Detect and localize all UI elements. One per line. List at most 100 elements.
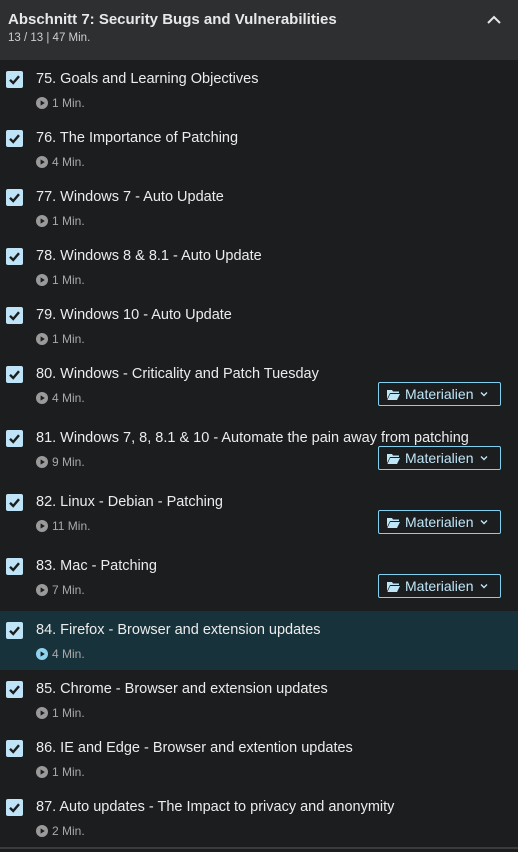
lecture-item[interactable]: 77. Windows 7 - Auto Update 1 Min. — [0, 178, 518, 237]
lecture-title[interactable]: 82. Linux - Debian - Patching — [36, 494, 223, 510]
completed-checkbox[interactable] — [6, 681, 23, 698]
check-icon — [9, 134, 20, 144]
lecture-title[interactable]: 83. Mac - Patching — [36, 558, 157, 574]
completed-checkbox[interactable] — [6, 430, 23, 447]
resources-label: Materialien — [405, 578, 474, 594]
lecture-duration-text: 1 Min. — [52, 706, 85, 720]
lecture-item[interactable]: 82. Linux - Debian - Patching 11 Min. Mate… — [0, 483, 518, 547]
check-icon — [9, 498, 20, 508]
resources-dropdown-button[interactable]: Materialien — [378, 510, 501, 534]
lecture-duration-text: 4 Min. — [52, 647, 85, 661]
lecture-item[interactable]: 85. Chrome - Browser and extension updat… — [0, 670, 518, 729]
lecture-item[interactable]: 79. Windows 10 - Auto Update 1 Min. — [0, 296, 518, 355]
lecture-item[interactable]: 75. Goals and Learning Objectives 1 Min. — [0, 60, 518, 119]
lecture-title[interactable]: 75. Goals and Learning Objectives — [36, 71, 258, 87]
divider — [0, 847, 518, 849]
lecture-list: 75. Goals and Learning Objectives 1 Min. 7… — [0, 60, 518, 847]
play-icon — [36, 825, 48, 837]
check-icon — [9, 685, 20, 695]
lecture-duration-text: 4 Min. — [52, 155, 85, 169]
section-meta: 13 / 13 | 47 Min. — [8, 32, 91, 44]
lecture-item[interactable]: 76. The Importance of Patching 4 Min. — [0, 119, 518, 178]
play-icon — [36, 520, 48, 532]
chevron-down-icon — [480, 456, 488, 461]
lecture-item[interactable]: 80. Windows - Criticality and Patch Tues… — [0, 355, 518, 419]
play-icon — [36, 392, 48, 404]
lecture-title[interactable]: 85. Chrome - Browser and extension updat… — [36, 681, 328, 697]
resources-dropdown-button[interactable]: Materialien — [378, 574, 501, 598]
lecture-duration: 1 Min. — [36, 332, 85, 346]
chevron-down-icon — [480, 520, 488, 525]
lecture-item[interactable]: 81. Windows 7, 8, 8.1 & 10 - Automate th… — [0, 419, 518, 483]
play-icon — [36, 333, 48, 345]
lecture-title[interactable]: 78. Windows 8 & 8.1 - Auto Update — [36, 248, 262, 264]
completed-checkbox[interactable] — [6, 558, 23, 575]
lecture-title[interactable]: 77. Windows 7 - Auto Update — [36, 189, 224, 205]
resources-dropdown-button[interactable]: Materialien — [378, 446, 501, 470]
resources-label: Materialien — [405, 514, 474, 530]
lecture-duration: 1 Min. — [36, 96, 85, 110]
completed-checkbox[interactable] — [6, 740, 23, 757]
lecture-duration: 1 Min. — [36, 765, 85, 779]
completed-checkbox[interactable] — [6, 248, 23, 265]
play-icon — [36, 766, 48, 778]
lecture-duration-text: 1 Min. — [52, 273, 85, 287]
completed-checkbox[interactable] — [6, 189, 23, 206]
play-icon — [36, 274, 48, 286]
lecture-item[interactable]: 84. Firefox - Browser and extension upda… — [0, 611, 518, 670]
folder-open-icon — [387, 453, 400, 464]
lecture-duration: 7 Min. — [36, 583, 85, 597]
check-icon — [9, 75, 20, 85]
check-icon — [9, 193, 20, 203]
play-icon — [36, 156, 48, 168]
lecture-title[interactable]: 87. Auto updates - The Impact to privacy… — [36, 799, 394, 815]
lecture-title[interactable]: 79. Windows 10 - Auto Update — [36, 307, 232, 323]
lecture-duration: 1 Min. — [36, 706, 85, 720]
resources-label: Materialien — [405, 386, 474, 402]
check-icon — [9, 626, 20, 636]
lecture-title[interactable]: 84. Firefox - Browser and extension upda… — [36, 622, 321, 638]
completed-checkbox[interactable] — [6, 494, 23, 511]
completed-checkbox[interactable] — [6, 307, 23, 324]
lecture-title[interactable]: 76. The Importance of Patching — [36, 130, 238, 146]
lecture-duration: 9 Min. — [36, 455, 85, 469]
chevron-up-icon[interactable] — [486, 12, 502, 28]
check-icon — [9, 311, 20, 321]
lecture-duration-text: 7 Min. — [52, 583, 85, 597]
lecture-duration: 11 Min. — [36, 519, 90, 533]
lecture-duration-text: 1 Min. — [52, 765, 85, 779]
lecture-title[interactable]: 86. IE and Edge - Browser and extention … — [36, 740, 353, 756]
completed-checkbox[interactable] — [6, 799, 23, 816]
lecture-duration: 4 Min. — [36, 155, 85, 169]
check-icon — [9, 434, 20, 444]
play-icon — [36, 215, 48, 227]
lecture-duration: 4 Min. — [36, 391, 85, 405]
lecture-duration-text: 11 Min. — [52, 519, 91, 533]
lecture-item[interactable]: 83. Mac - Patching 7 Min. Materialien — [0, 547, 518, 611]
section-header[interactable]: Abschnitt 7: Security Bugs and Vulnerabi… — [0, 0, 518, 60]
folder-open-icon — [387, 389, 400, 400]
resources-dropdown-button[interactable]: Materialien — [378, 382, 501, 406]
lecture-title[interactable]: 80. Windows - Criticality and Patch Tues… — [36, 366, 319, 382]
completed-checkbox[interactable] — [6, 366, 23, 383]
lecture-item[interactable]: 86. IE and Edge - Browser and extention … — [0, 729, 518, 788]
lecture-duration-text: 1 Min. — [52, 214, 85, 228]
completed-checkbox[interactable] — [6, 130, 23, 147]
lecture-duration: 4 Min. — [36, 647, 85, 661]
lecture-item[interactable]: 78. Windows 8 & 8.1 - Auto Update 1 Min. — [0, 237, 518, 296]
lecture-duration-text: 1 Min. — [52, 96, 85, 110]
lecture-item[interactable]: 87. Auto updates - The Impact to privacy… — [0, 788, 518, 847]
play-icon — [36, 707, 48, 719]
folder-open-icon — [387, 581, 400, 592]
lecture-title[interactable]: 81. Windows 7, 8, 8.1 & 10 - Automate th… — [36, 430, 469, 446]
check-icon — [9, 803, 20, 813]
check-icon — [9, 562, 20, 572]
lecture-duration: 2 Min. — [36, 824, 85, 838]
completed-checkbox[interactable] — [6, 71, 23, 88]
check-icon — [9, 252, 20, 262]
lecture-duration: 1 Min. — [36, 214, 85, 228]
completed-checkbox[interactable] — [6, 622, 23, 639]
folder-open-icon — [387, 517, 400, 528]
check-icon — [9, 744, 20, 754]
chevron-down-icon — [480, 392, 488, 397]
